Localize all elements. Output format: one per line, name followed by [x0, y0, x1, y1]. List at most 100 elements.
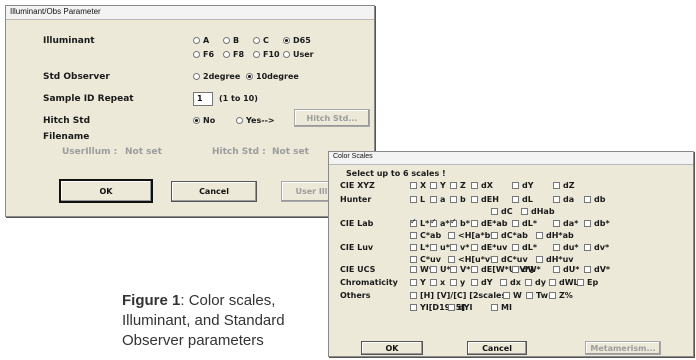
checkbox-indicator[interactable] [521, 208, 528, 215]
checkbox-indicator[interactable] [471, 220, 478, 227]
hitch-radio-yes[interactable]: Yes--> [236, 116, 275, 125]
scale-checkbox[interactable]: y [450, 278, 465, 287]
scale-checkbox[interactable]: Tw [526, 291, 548, 300]
scale-checkbox[interactable]: a [430, 195, 445, 204]
checkbox-indicator[interactable] [553, 220, 560, 227]
checkbox-indicator[interactable] [410, 266, 417, 273]
scale-checkbox[interactable]: b* [450, 217, 470, 228]
radio-indicator[interactable] [193, 73, 200, 80]
scale-checkbox[interactable]: dH*uv [536, 255, 574, 264]
checkbox-indicator[interactable] [430, 244, 437, 251]
checkbox-indicator[interactable] [491, 208, 498, 215]
checkbox-indicator[interactable] [584, 196, 591, 203]
checkbox-indicator[interactable] [512, 220, 519, 227]
checkbox-indicator[interactable] [450, 266, 457, 273]
scale-checkbox[interactable]: V* [450, 265, 470, 274]
illuminant-radio-a[interactable]: A [193, 36, 209, 45]
scale-checkbox[interactable]: L* [410, 243, 429, 252]
scale-checkbox[interactable]: a* [430, 217, 450, 228]
scale-checkbox[interactable]: dv* [584, 243, 609, 252]
checkbox-indicator[interactable] [536, 232, 543, 239]
illuminant-radio-f6[interactable]: F6 [193, 50, 214, 59]
checkbox-indicator[interactable] [503, 292, 510, 299]
checkbox-indicator[interactable] [448, 256, 455, 263]
scale-checkbox[interactable]: da [553, 195, 574, 204]
radio-indicator[interactable] [193, 117, 200, 124]
scale-checkbox[interactable]: MI [491, 303, 512, 312]
radio-indicator[interactable] [193, 51, 200, 58]
radio-indicator[interactable] [253, 37, 260, 44]
checkbox-indicator[interactable] [410, 232, 417, 239]
checkbox-indicator[interactable] [471, 196, 478, 203]
radio-indicator[interactable] [236, 117, 243, 124]
scale-checkbox[interactable]: X [410, 181, 426, 190]
scale-checkbox[interactable]: v* [450, 243, 469, 252]
checkbox-indicator[interactable] [536, 256, 543, 263]
checkbox-indicator[interactable] [430, 196, 437, 203]
scale-checkbox[interactable]: dU* [553, 265, 579, 274]
scale-checkbox[interactable]: W [503, 291, 522, 300]
checkbox-indicator[interactable] [430, 182, 437, 189]
scale-checkbox[interactable]: dC*ab [491, 231, 528, 240]
scale-checkbox[interactable]: dE*uv [471, 243, 507, 252]
radio-indicator[interactable] [283, 37, 290, 44]
illuminant-radio-f8[interactable]: F8 [223, 50, 244, 59]
hitch-std-button[interactable]: Hitch Std... [294, 109, 370, 127]
scale-checkbox[interactable]: db [584, 195, 605, 204]
checkbox-indicator[interactable] [500, 279, 507, 286]
illuminant-radio-b[interactable]: B [223, 36, 239, 45]
sample-repeat-field[interactable]: 1 [193, 92, 213, 106]
checkbox-indicator[interactable] [410, 304, 417, 311]
checkbox-indicator[interactable] [553, 196, 560, 203]
illuminant-radio-f10[interactable]: F10 [253, 50, 280, 59]
checkbox-indicator[interactable] [526, 292, 533, 299]
checkbox-indicator[interactable] [471, 182, 478, 189]
scale-checkbox[interactable]: dEH [471, 195, 499, 204]
scale-checkbox[interactable]: Z [450, 181, 466, 190]
scale-checkbox[interactable]: dX [471, 181, 493, 190]
radio-indicator[interactable] [246, 73, 253, 80]
checkbox-indicator[interactable] [471, 266, 478, 273]
scale-checkbox[interactable]: dY [471, 278, 493, 287]
checkbox-indicator[interactable] [410, 256, 417, 263]
checkbox-indicator[interactable] [450, 217, 457, 227]
checkbox-indicator[interactable] [512, 196, 519, 203]
checkbox-indicator[interactable] [448, 304, 455, 311]
scale-checkbox[interactable]: dC*uv [491, 255, 528, 264]
checkbox-indicator[interactable] [410, 279, 417, 286]
scale-checkbox[interactable]: dE*ab [471, 219, 508, 228]
scale-checkbox[interactable]: Y [430, 181, 446, 190]
scale-checkbox[interactable]: dL* [512, 243, 537, 252]
checkbox-indicator[interactable] [553, 266, 560, 273]
color-scales-ok-button[interactable]: OK [361, 341, 423, 355]
checkbox-indicator[interactable] [491, 304, 498, 311]
checkbox-indicator[interactable] [584, 266, 591, 273]
checkbox-indicator[interactable] [549, 279, 556, 286]
radio-indicator[interactable] [193, 37, 200, 44]
scale-checkbox[interactable]: L* [410, 217, 429, 228]
checkbox-indicator[interactable] [553, 182, 560, 189]
scale-checkbox[interactable]: u* [430, 243, 450, 252]
checkbox-indicator[interactable] [450, 244, 457, 251]
scale-checkbox[interactable]: C*uv [410, 255, 441, 264]
scale-checkbox[interactable]: dy [525, 278, 546, 287]
scale-checkbox[interactable]: dW* [512, 265, 541, 274]
radio-indicator[interactable] [223, 37, 230, 44]
radio-indicator[interactable] [283, 51, 290, 58]
checkbox-indicator[interactable] [471, 279, 478, 286]
checkbox-indicator[interactable] [430, 217, 437, 227]
checkbox-indicator[interactable] [450, 182, 457, 189]
checkbox-indicator[interactable] [525, 279, 532, 286]
observer-radio-2degree[interactable]: 2degree [193, 72, 240, 81]
cancel-button[interactable]: Cancel [171, 181, 257, 202]
checkbox-indicator[interactable] [584, 244, 591, 251]
checkbox-indicator[interactable] [512, 182, 519, 189]
illuminant-radio-d65[interactable]: D65 [283, 36, 311, 45]
illuminant-radio-user[interactable]: User [283, 50, 314, 59]
scale-checkbox[interactable]: dL [512, 195, 533, 204]
checkbox-indicator[interactable] [410, 244, 417, 251]
ok-button[interactable]: OK [59, 179, 153, 203]
checkbox-indicator[interactable] [430, 279, 437, 286]
checkbox-indicator[interactable] [471, 244, 478, 251]
scale-checkbox[interactable]: dY [512, 181, 534, 190]
